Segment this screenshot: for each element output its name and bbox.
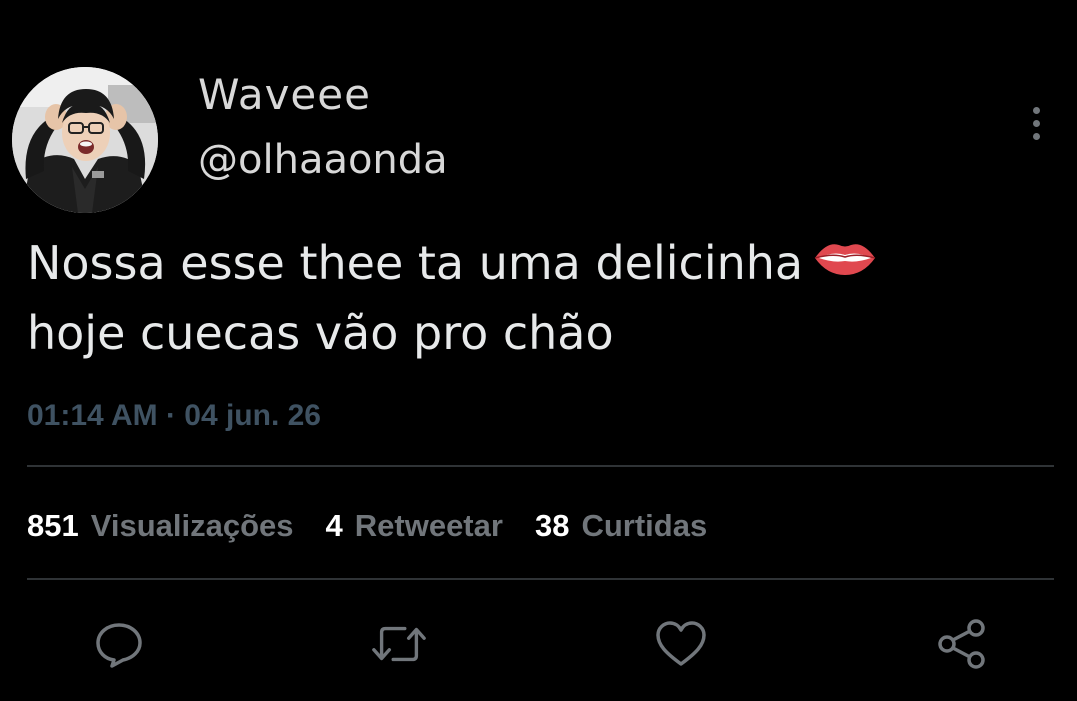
more-options-button[interactable]: [1020, 100, 1052, 146]
more-icon: [1032, 106, 1040, 114]
avatar[interactable]: [12, 67, 158, 213]
lips-emoji: [813, 228, 877, 294]
retweets-count: 4: [325, 508, 343, 543]
divider: [27, 465, 1054, 467]
stats-row: 851 Visualizações 4 Retweetar 38 Curtida…: [27, 507, 739, 545]
share-icon: [938, 619, 985, 669]
likes-stat[interactable]: 38 Curtidas: [535, 507, 707, 545]
retweet-button[interactable]: [370, 615, 428, 673]
likes-count: 38: [534, 508, 570, 543]
tweet-line-1: Nossa esse thee ta uma delicinha: [27, 230, 1047, 300]
like-button[interactable]: [652, 615, 710, 673]
tweet-line-2: hoje cuecas vão pro chão: [27, 305, 614, 360]
reply-button[interactable]: [90, 615, 148, 673]
tweet-line-1-text: Nossa esse thee ta uma delicinha: [27, 236, 804, 290]
views-count: 851: [27, 508, 79, 543]
views-stat[interactable]: 851 Visualizações: [27, 507, 294, 545]
timestamp[interactable]: 01:14 AM · 04 jun. 26: [27, 398, 321, 434]
heart-icon: [656, 621, 706, 666]
views-label: Visualizações: [90, 508, 294, 543]
tweet-text: Nossa esse thee ta uma delicinha hoje cu…: [27, 230, 1047, 366]
divider: [27, 578, 1054, 580]
retweets-stat[interactable]: 4 Retweetar: [326, 507, 503, 545]
retweet-icon: [372, 626, 426, 662]
reply-icon: [96, 623, 142, 668]
more-icon-dot: [1032, 119, 1040, 127]
handle[interactable]: @olhaaonda: [198, 135, 448, 185]
share-button[interactable]: [933, 615, 991, 673]
retweets-label: Retweetar: [354, 508, 503, 543]
display-name[interactable]: Waveee: [198, 70, 371, 120]
likes-label: Curtidas: [581, 508, 708, 543]
more-icon-dot: [1032, 132, 1040, 140]
avatar-photo: [12, 67, 158, 213]
